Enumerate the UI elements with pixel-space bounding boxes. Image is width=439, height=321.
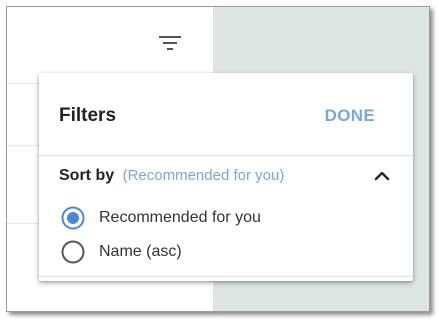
section-divider bbox=[39, 276, 413, 277]
chevron-up-icon[interactable] bbox=[373, 168, 391, 182]
app-screen: Filters DONE Sort by (Recommended for yo… bbox=[6, 6, 430, 312]
sort-by-header[interactable]: Sort by (Recommended for you) bbox=[59, 167, 399, 191]
sort-option-label: Recommended for you bbox=[99, 209, 261, 226]
filter-icon[interactable] bbox=[157, 33, 183, 53]
radio-unselected-icon[interactable] bbox=[61, 240, 85, 264]
radio-selected-icon[interactable] bbox=[61, 206, 85, 230]
sort-by-label: Sort by bbox=[59, 167, 115, 184]
dialog-header: Filters DONE bbox=[39, 73, 413, 155]
sort-option-label: Name (asc) bbox=[99, 243, 182, 260]
sort-option-recommended[interactable]: Recommended for you bbox=[61, 205, 361, 233]
sort-current-value: (Recommended for you) bbox=[122, 167, 285, 184]
done-button[interactable]: DONE bbox=[325, 106, 375, 126]
header-divider bbox=[39, 155, 413, 156]
sort-option-name-asc[interactable]: Name (asc) bbox=[61, 239, 361, 267]
dialog-title: Filters bbox=[59, 105, 117, 126]
screenshot-stage: Filters DONE Sort by (Recommended for yo… bbox=[0, 0, 439, 321]
filters-dialog: Filters DONE Sort by (Recommended for yo… bbox=[39, 73, 413, 281]
